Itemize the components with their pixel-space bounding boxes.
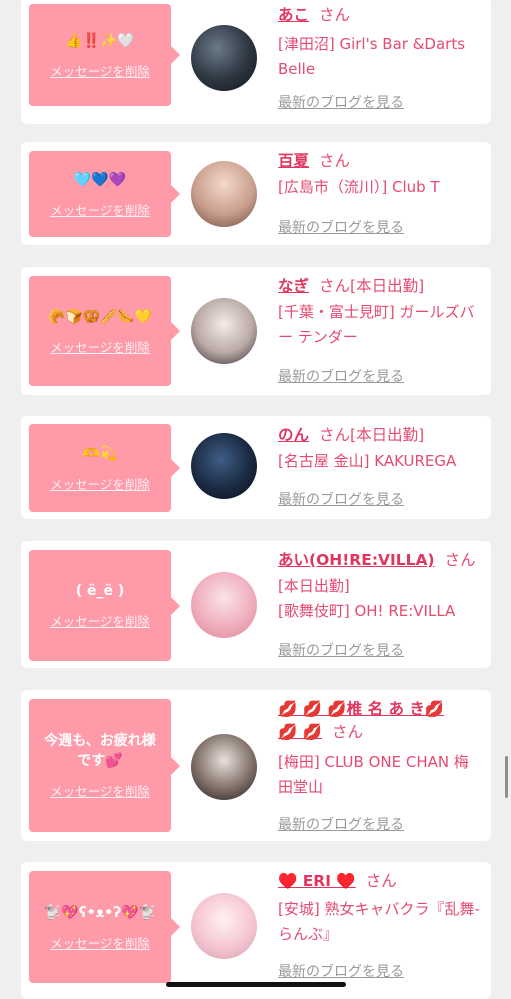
cast-info: ♥️ ERI ♥️ さん [安城] 熟女キャバクラ『乱舞-らんぶ』 [278,870,483,947]
cast-info: あこ さん [津田沼] Girl's Bar &Darts Belle [278,4,483,82]
cast-name-link[interactable]: 百夏 [278,152,309,170]
cast-name-link[interactable]: ♥️ ERI ♥️ [278,872,356,890]
home-indicator[interactable] [166,982,346,987]
honorific: さん [319,426,351,444]
message-text: ( ё_ё ) [75,583,125,599]
cast-info: 💋 💋 💋椎 名 あ き💋 💋 💋 さん [梅田] CLUB ONE CHAN 梅… [278,698,483,800]
latest-blog-link[interactable]: 最新のブログを見る [278,814,404,834]
delete-message-link[interactable]: メッセージを削除 [50,200,150,219]
latest-blog-link[interactable]: 最新のブログを見る [278,961,404,981]
message-bubble: 今週も、お疲れ様 です💕 メッセージを削除 [29,699,180,832]
avatar[interactable] [191,734,257,800]
avatar[interactable] [191,893,257,959]
cast-info: なぎ さん[本日出勤] [千葉・富士見町] ガールズバー テンダー [278,275,483,350]
message-bubble: 🩵💙💜 メッセージを削除 [29,151,180,237]
cast-name-link[interactable]: あい(OH!RE:VILLA) [278,551,435,569]
latest-blog-link[interactable]: 最新のブログを見る [278,366,404,386]
delete-message-link[interactable]: メッセージを削除 [50,474,150,493]
shop-link[interactable]: [梅田] CLUB ONE CHAN 梅田堂山 [278,750,483,800]
delete-message-link[interactable]: メッセージを削除 [50,933,150,952]
honorific: さん [319,6,351,24]
shop-link[interactable]: [津田沼] Girl's Bar &Darts Belle [278,32,483,82]
message-bubble: 👍‼️✨🤍 メッセージを削除 [29,4,180,106]
scrollbar[interactable] [505,756,508,798]
cast-name-link[interactable]: なぎ [278,277,309,295]
cast-name-link[interactable]: あこ [278,6,309,24]
avatar[interactable] [191,25,257,91]
message-text: 今週も、お疲れ様 です💕 [44,733,156,769]
latest-blog-link[interactable]: 最新のブログを見る [278,217,404,237]
message-bubble: 🫶💫 メッセージを削除 [29,424,180,512]
message-text: 🥐🍞🥨🥖🌭💛 [47,308,153,325]
message-text: 👍‼️✨🤍 [65,32,135,49]
message-bubble: 🐩💖ʕ•ᴥ•ʔ💖🐩 メッセージを削除 [29,871,180,983]
message-bubble: ( ё_ё ) メッセージを削除 [29,550,180,661]
cast-card: ( ё_ё ) メッセージを削除 あい(OH!RE:VILLA) さん [本日出勤… [21,541,491,668]
message-text: 🫶💫 [82,445,118,462]
shop-link[interactable]: [広島市（流川）] Club T [278,175,483,200]
honorific: さん [444,551,476,569]
cast-card: 今週も、お疲れ様 です💕 メッセージを削除 💋 💋 💋椎 名 あ き💋 💋 💋 さ… [21,690,491,841]
delete-message-link[interactable]: メッセージを削除 [50,337,150,356]
shop-link[interactable]: [本日出勤] [歌舞伎町] OH! RE:VILLA [278,574,483,624]
attendance-badge: [本日出勤] [350,426,425,444]
cast-card: 🐩💖ʕ•ᴥ•ʔ💖🐩 メッセージを削除 ♥️ ERI ♥️ さん [安城] 熟女キャ… [21,862,491,999]
cast-card: 👍‼️✨🤍 メッセージを削除 あこ さん [津田沼] Girl's Bar &Da… [21,0,491,124]
delete-message-link[interactable]: メッセージを削除 [50,611,150,630]
shop-link[interactable]: [名古屋 金山] KAKUREGA [278,449,483,474]
honorific: さん [332,723,364,741]
latest-blog-link[interactable]: 最新のブログを見る [278,92,404,112]
message-text: 🩵💙💜 [73,171,127,188]
message-text: 🐩💖ʕ•ᴥ•ʔ💖🐩 [43,904,157,921]
cast-card: 🫶💫 メッセージを削除 のん さん[本日出勤] [名古屋 金山] KAKUREGA… [21,416,491,519]
message-bubble: 🥐🍞🥨🥖🌭💛 メッセージを削除 [29,276,180,386]
cast-name-link[interactable]: のん [278,426,309,444]
cast-info: あい(OH!RE:VILLA) さん [本日出勤] [歌舞伎町] OH! RE:V… [278,549,483,624]
cast-info: 百夏 さん [広島市（流川）] Club T [278,150,483,200]
cast-card: 🩵💙💜 メッセージを削除 百夏 さん [広島市（流川）] Club T 最新のブロ… [21,142,491,245]
shop-link[interactable]: [千葉・富士見町] ガールズバー テンダー [278,300,483,350]
delete-message-link[interactable]: メッセージを削除 [50,781,150,800]
avatar[interactable] [191,433,257,499]
honorific: さん [319,152,351,170]
latest-blog-link[interactable]: 最新のブログを見る [278,640,404,660]
shop-link[interactable]: [安城] 熟女キャバクラ『乱舞-らんぶ』 [278,897,483,947]
avatar[interactable] [191,161,257,227]
honorific: さん [319,277,351,295]
delete-message-link[interactable]: メッセージを削除 [50,61,150,80]
avatar[interactable] [191,298,257,364]
cast-info: のん さん[本日出勤] [名古屋 金山] KAKUREGA [278,424,483,474]
honorific: さん [365,872,397,890]
latest-blog-link[interactable]: 最新のブログを見る [278,489,404,509]
attendance-badge: [本日出勤] [350,277,425,295]
avatar[interactable] [191,572,257,638]
cast-card: 🥐🍞🥨🥖🌭💛 メッセージを削除 なぎ さん[本日出勤] [千葉・富士見町] ガール… [21,267,491,395]
